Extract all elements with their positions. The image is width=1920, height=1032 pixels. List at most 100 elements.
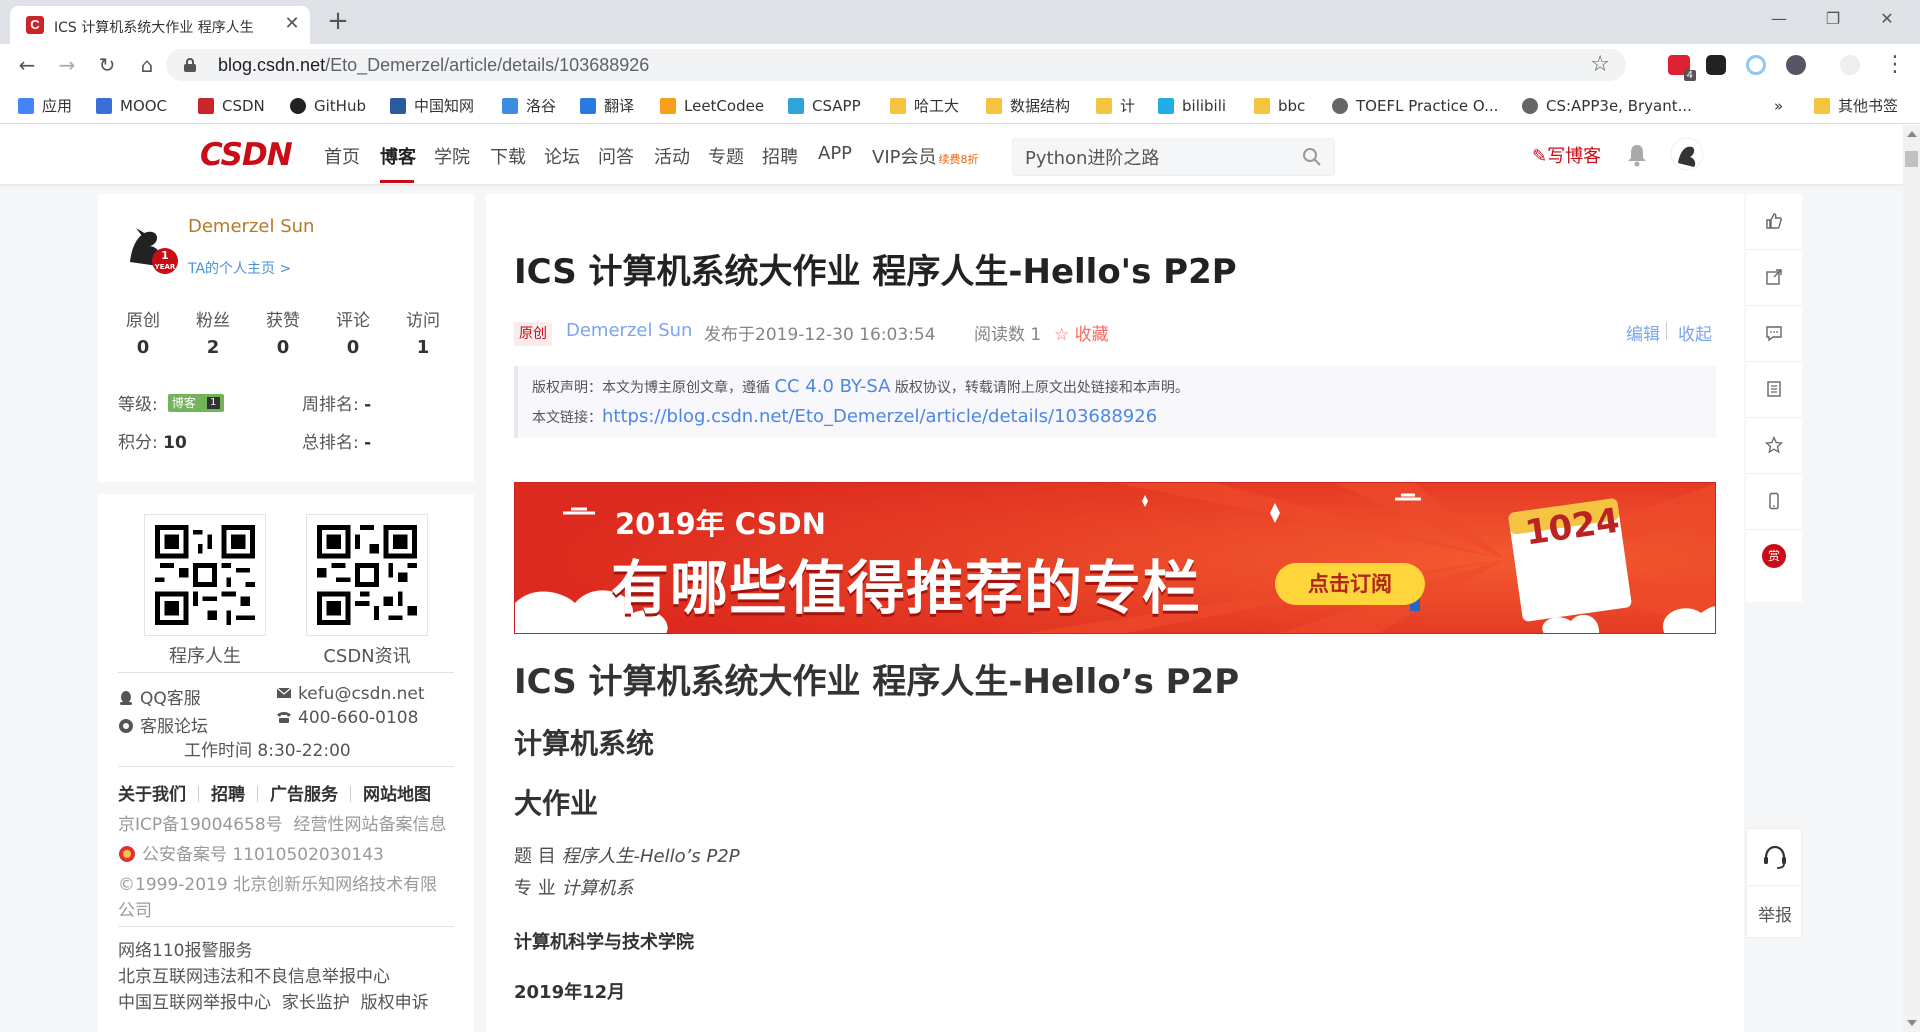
profile-home-link[interactable]: TA的个人主页 > xyxy=(188,258,291,278)
nav-jobs[interactable]: 招聘 xyxy=(762,143,798,169)
bookmark-translate[interactable]: 翻译 xyxy=(580,95,634,117)
copyright-complaint-link[interactable]: 版权申诉 xyxy=(361,993,429,1013)
report-button[interactable]: 举报 xyxy=(1747,901,1803,926)
browser-tab-active[interactable]: C ICS 计算机系统大作业 程序人生 ✕ xyxy=(10,6,310,44)
edit-link[interactable]: 编辑 xyxy=(1626,320,1660,345)
minimize-button[interactable]: — xyxy=(1756,4,1802,34)
bookmark-toefl[interactable]: TOEFL Practice O... xyxy=(1332,95,1498,117)
bookmark-folder-hit[interactable]: 哈工大 xyxy=(890,95,959,117)
share-button[interactable] xyxy=(1746,250,1802,306)
csdn-logo[interactable]: CSDN xyxy=(200,137,293,173)
footer-link-ads[interactable]: 广告服务 xyxy=(270,785,338,805)
nav-blog[interactable]: 博客 xyxy=(380,143,416,169)
meta-separator xyxy=(1666,322,1667,340)
scroll-down-arrow-icon[interactable] xyxy=(1907,1020,1917,1026)
bookmark-folder-bbc[interactable]: bbc xyxy=(1254,95,1305,117)
bookmark-luogu[interactable]: 洛谷 xyxy=(502,95,556,117)
bookmark-apps[interactable]: 应用 xyxy=(18,95,72,117)
grammarly-extension-icon[interactable] xyxy=(1786,55,1806,75)
nav-vip[interactable]: VIP会员 续费8折 xyxy=(872,143,978,169)
parent-guard-link[interactable]: 家长监护 xyxy=(282,993,350,1013)
bookmark-csdn[interactable]: CSDN xyxy=(198,95,265,117)
mobile-view-button[interactable] xyxy=(1746,474,1802,530)
reload-icon[interactable]: ↻ xyxy=(92,50,122,80)
bookmark-star-icon[interactable]: ☆ xyxy=(1590,52,1610,77)
nav-home[interactable]: 首页 xyxy=(324,143,360,169)
banner-subscribe-button[interactable]: 点击订阅 xyxy=(1275,563,1425,605)
footer-link-sitemap[interactable]: 网站地图 xyxy=(363,785,431,805)
report-china-link[interactable]: 中国互联网举报中心 xyxy=(118,993,271,1013)
report-beijing-link[interactable]: 北京互联网违法和不良信息举报中心 xyxy=(118,962,390,987)
bookmark-cnki[interactable]: 中国知网 xyxy=(390,95,474,117)
police-record[interactable]: 公安备案号 11010502030143 xyxy=(118,840,384,865)
bookmark-folder-ji[interactable]: 计 xyxy=(1096,95,1135,117)
comment-button[interactable] xyxy=(1746,306,1802,362)
article-permalink[interactable]: https://blog.csdn.net/Eto_Demerzel/artic… xyxy=(602,406,1157,427)
stat-comments[interactable]: 评论 0 xyxy=(318,306,388,358)
home-icon[interactable]: ⌂ xyxy=(132,50,162,80)
favorite-button[interactable]: ☆ 收藏 xyxy=(1054,320,1109,345)
user-avatar-icon[interactable] xyxy=(1670,137,1704,171)
catalog-button[interactable] xyxy=(1746,362,1802,418)
bookmark-leetcode[interactable]: LeetCodee xyxy=(660,95,764,117)
profile-avatar-icon[interactable] xyxy=(1840,55,1860,75)
reward-button[interactable]: 赏 xyxy=(1746,530,1802,586)
topic-line: 题 目 程序人生-Hello’s P2P xyxy=(514,846,740,867)
nav-app[interactable]: APP xyxy=(818,143,852,164)
collapse-link[interactable]: 收起 xyxy=(1678,320,1712,345)
tab-close-icon[interactable]: ✕ xyxy=(282,14,302,34)
address-bar[interactable]: blog.csdn.net/Eto_Demerzel/article/detai… xyxy=(166,49,1626,81)
report-110-link[interactable]: 网络110报警服务 xyxy=(118,936,252,961)
bookmark-csapp3e[interactable]: CS:APP3e, Bryant... xyxy=(1522,95,1692,117)
qq-service-link[interactable]: QQ客服 xyxy=(118,684,201,709)
license-link[interactable]: CC 4.0 BY-SA xyxy=(774,376,890,397)
browser-menu-icon[interactable]: ⋮ xyxy=(1884,50,1906,80)
nav-qa[interactable]: 问答 xyxy=(598,143,634,169)
promo-banner[interactable]: 2019年 CSDN 有哪些值得推荐的专栏 点击订阅 1024 xyxy=(514,482,1716,634)
forward-arrow-icon[interactable]: → xyxy=(52,50,82,80)
stat-original[interactable]: 原创 0 xyxy=(108,306,178,358)
bookmark-bilibili[interactable]: bilibili xyxy=(1158,95,1226,117)
scroll-thumb[interactable] xyxy=(1905,151,1918,167)
extension-icon[interactable] xyxy=(1706,55,1726,75)
bookmark-csapp[interactable]: CSAPP xyxy=(788,95,861,117)
profile-name[interactable]: Demerzel Sun xyxy=(188,216,314,237)
page-scrollbar[interactable] xyxy=(1903,125,1920,1032)
search-icon[interactable] xyxy=(1302,147,1322,167)
more-bookmarks-chevron[interactable]: » xyxy=(1774,95,1783,117)
new-tab-button[interactable]: + xyxy=(324,8,352,36)
back-arrow-icon[interactable]: ← xyxy=(12,50,42,80)
icp-info-link[interactable]: 经营性网站备案信息 xyxy=(293,815,446,835)
nav-forum[interactable]: 论坛 xyxy=(544,143,580,169)
email-link[interactable]: kefu@csdn.net xyxy=(276,684,425,704)
write-blog-button[interactable]: ✎写博客 xyxy=(1532,142,1601,168)
bookmark-mooc[interactable]: MOOC xyxy=(96,95,167,117)
nav-download[interactable]: 下载 xyxy=(490,143,526,169)
year-badge: 1 YEAR xyxy=(152,248,178,274)
like-button[interactable] xyxy=(1746,194,1802,250)
author-link[interactable]: Demerzel Sun xyxy=(566,320,692,341)
stat-visits[interactable]: 访问 1 xyxy=(388,306,458,358)
scroll-up-arrow-icon[interactable] xyxy=(1907,131,1917,137)
other-bookmarks[interactable]: 其他书签 xyxy=(1814,95,1898,117)
forum-link[interactable]: 客服论坛 xyxy=(118,712,208,737)
folder-icon xyxy=(986,98,1002,114)
nav-topics[interactable]: 专题 xyxy=(708,143,744,169)
icp-link[interactable]: 京ICP备19004658号 xyxy=(118,815,283,835)
stat-likes[interactable]: 获赞 0 xyxy=(248,306,318,358)
bookmark-folder-ds[interactable]: 数据结构 xyxy=(986,95,1070,117)
close-window-button[interactable]: ✕ xyxy=(1864,4,1910,34)
collect-button[interactable] xyxy=(1746,418,1802,474)
adblock-extension-icon[interactable]: 4 xyxy=(1668,55,1696,81)
nav-academy[interactable]: 学院 xyxy=(434,143,470,169)
customer-service-headset-icon[interactable] xyxy=(1761,843,1789,871)
maximize-button[interactable]: ❐ xyxy=(1810,4,1856,34)
bookmark-github[interactable]: GitHub xyxy=(290,95,366,117)
footer-link-jobs[interactable]: 招聘 xyxy=(211,785,245,805)
extension-ring-icon[interactable] xyxy=(1746,55,1766,75)
stat-fans[interactable]: 粉丝 2 xyxy=(178,306,248,358)
notification-bell-icon[interactable] xyxy=(1626,143,1648,167)
search-input[interactable] xyxy=(1025,145,1285,169)
nav-events[interactable]: 活动 xyxy=(654,143,690,169)
footer-link-about[interactable]: 关于我们 xyxy=(118,785,186,805)
